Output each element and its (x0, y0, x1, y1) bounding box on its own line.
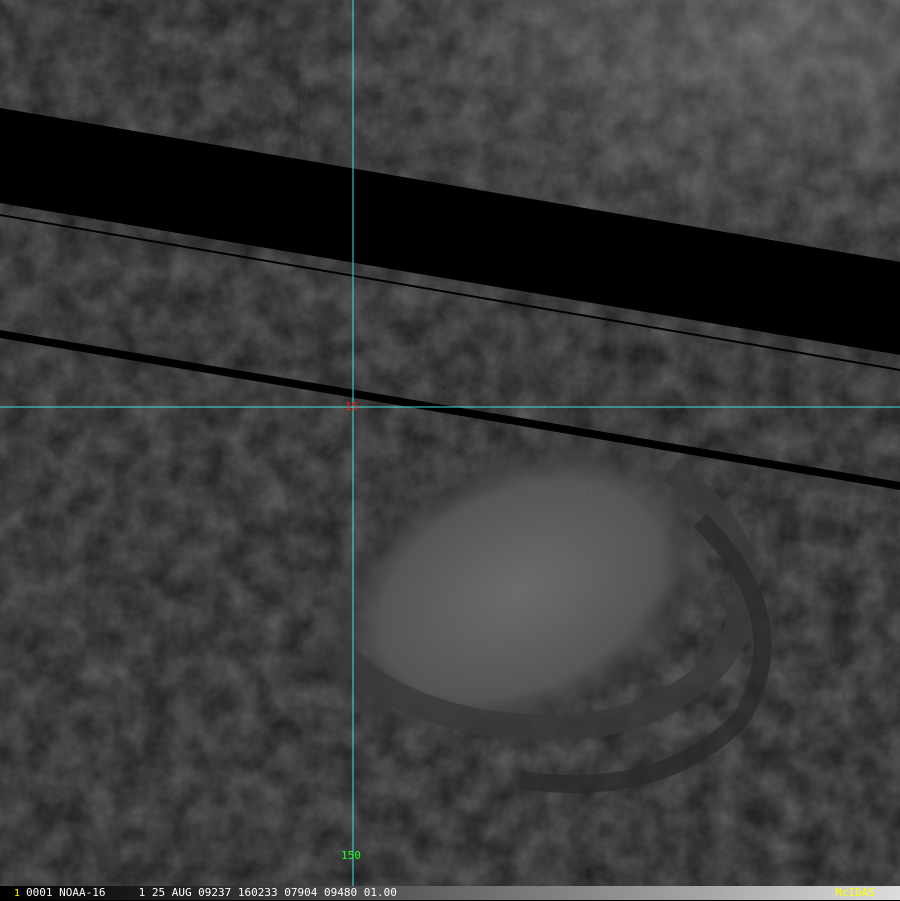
status-bar: 1 0001 NOAA-16 1 25 AUG 09237 160233 079… (0, 886, 900, 900)
mcidas-brand: McIDAS (835, 886, 875, 899)
frame-number: 1 (14, 888, 21, 899)
latitude-label: 15 (345, 400, 359, 413)
image-info-text: 0001 NOAA-16 1 25 AUG 09237 160233 07904… (26, 886, 397, 899)
satellite-image (0, 0, 900, 886)
longitude-label: 150 (341, 849, 361, 862)
